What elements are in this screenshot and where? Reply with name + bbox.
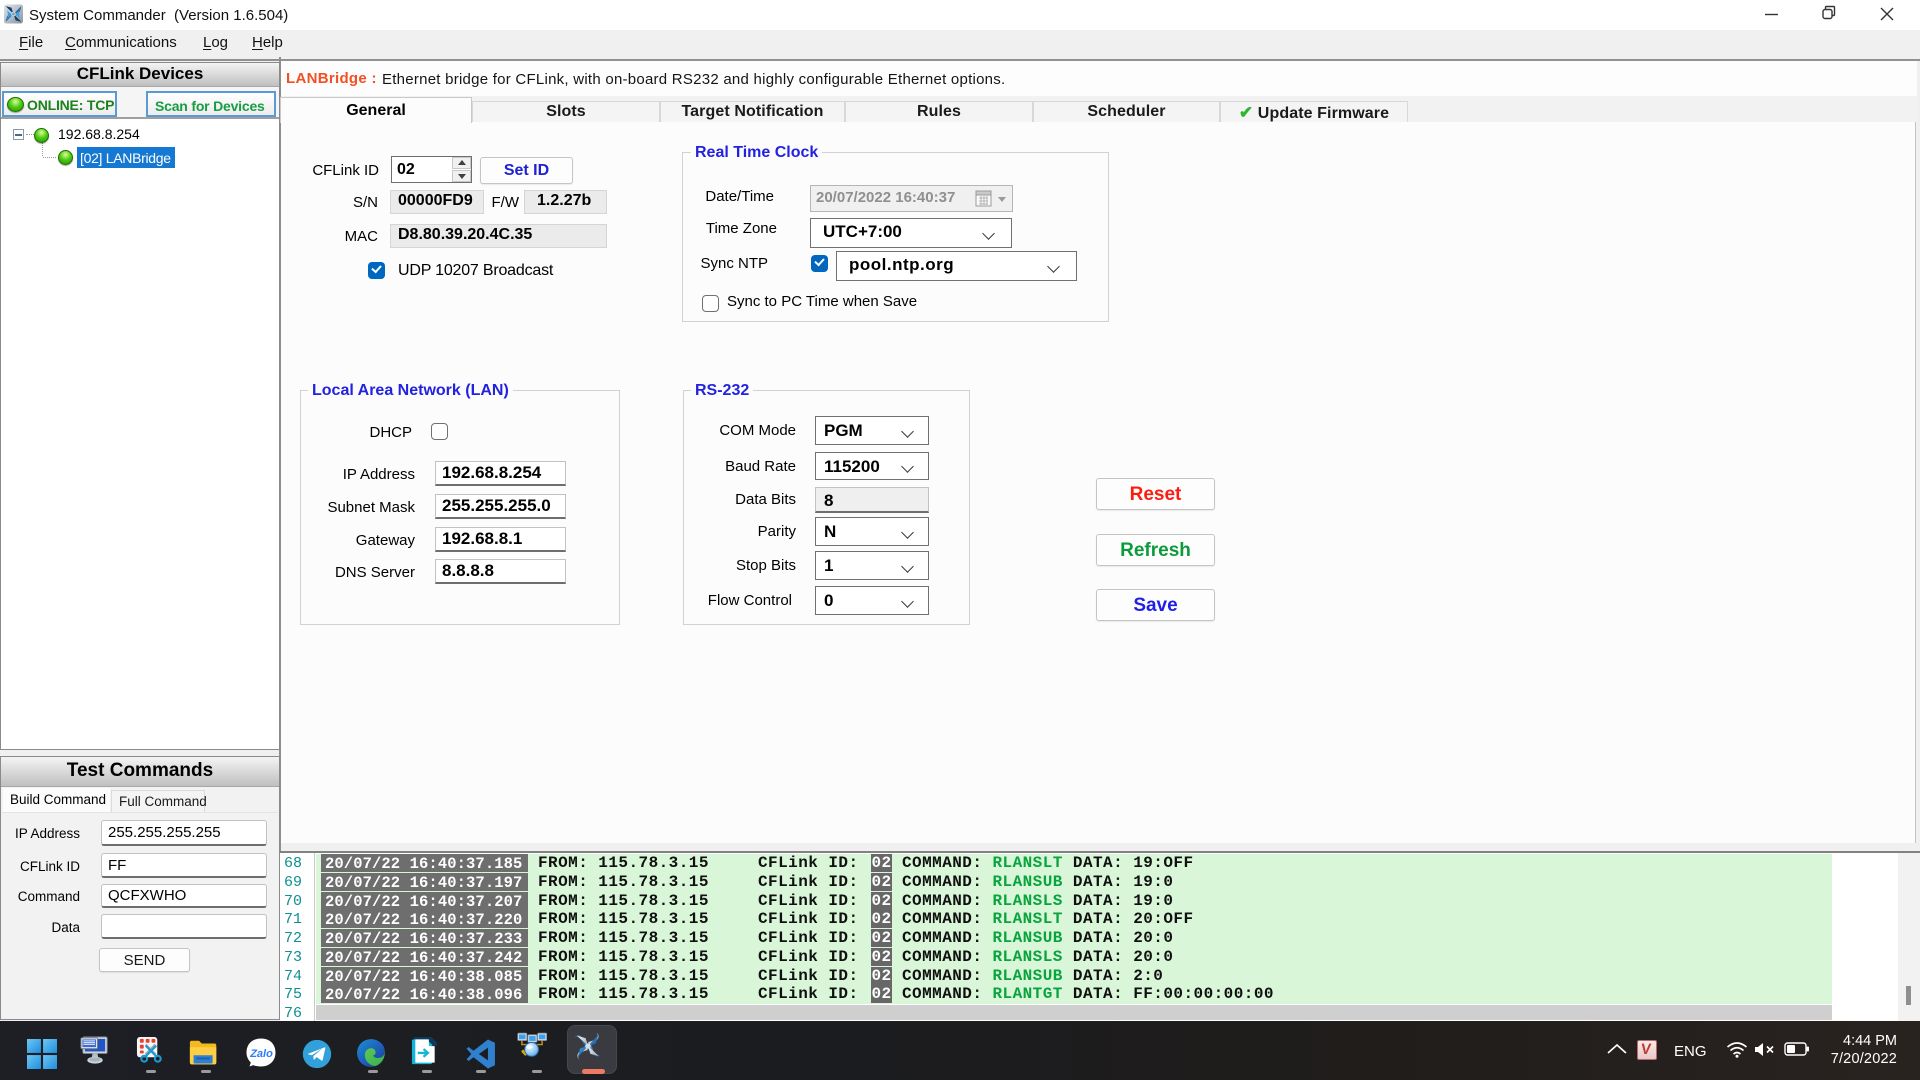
svg-text:Zalo: Zalo bbox=[249, 1048, 273, 1060]
